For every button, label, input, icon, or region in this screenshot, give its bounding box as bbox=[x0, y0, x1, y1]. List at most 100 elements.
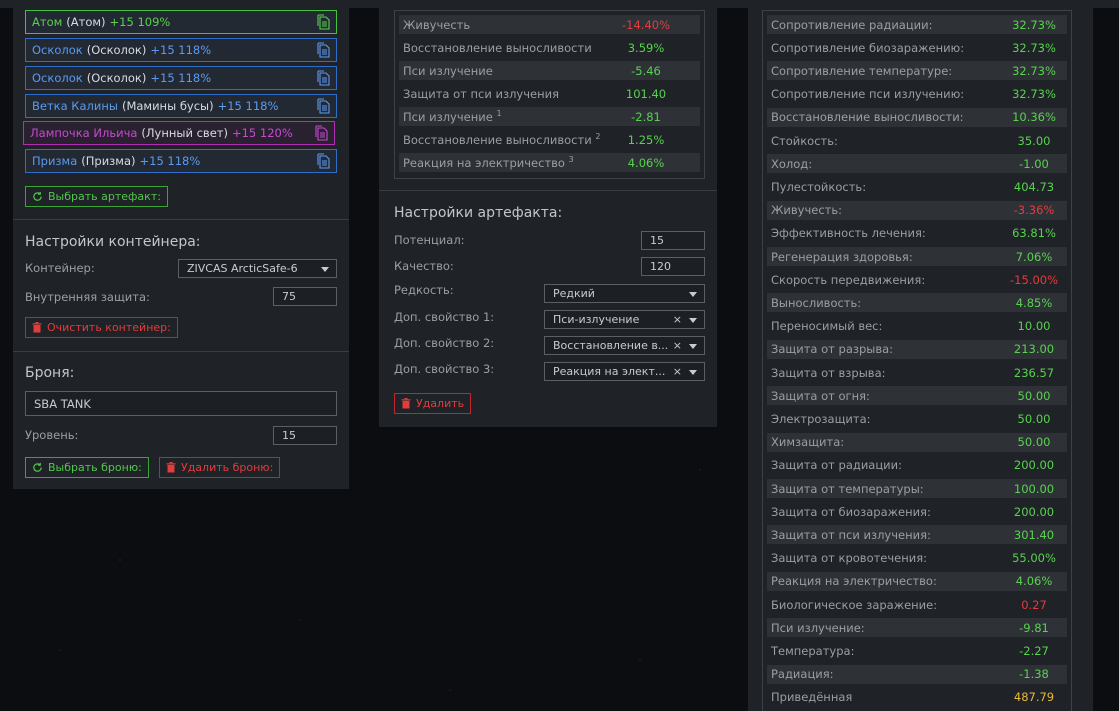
copy-icon[interactable] bbox=[316, 70, 330, 86]
total-row: Биологическое заражение: 0.27 bbox=[767, 595, 1067, 614]
total-row: Сопротивление радиации: 32.73% bbox=[767, 15, 1067, 34]
total-row: Приведённая 487.79 bbox=[767, 688, 1067, 707]
artifact-subname: (Осколок) bbox=[86, 71, 147, 85]
quality-input[interactable]: 120 bbox=[641, 257, 705, 276]
total-label: Защита от радиации: bbox=[771, 458, 902, 473]
artifact-slot[interactable]: Осколок (Осколок) +15 118% bbox=[25, 66, 337, 90]
delete-armor-button[interactable]: Удалить броню: bbox=[159, 457, 281, 478]
artifact-subname: (Призма) bbox=[81, 154, 136, 168]
artifact-settings-title: Настройки артефакта: bbox=[394, 205, 563, 221]
total-row: Защита от разрыва: 213.00 bbox=[767, 339, 1067, 359]
total-value: 55.00% bbox=[1012, 551, 1056, 566]
artifact-level: +15 118% bbox=[150, 43, 212, 57]
total-row: Защита от радиации: 200.00 bbox=[767, 456, 1067, 475]
potential-input[interactable]: 15 bbox=[641, 231, 705, 250]
total-row: Холод: -1.00 bbox=[767, 154, 1067, 174]
stat-label: Живучесть bbox=[403, 17, 471, 32]
copy-icon[interactable] bbox=[316, 42, 330, 58]
artifact-name: Осколок bbox=[32, 71, 83, 85]
delete-artifact-button[interactable]: Удалить bbox=[394, 393, 472, 414]
stat-label: Восстановление выносливости 2 bbox=[403, 132, 601, 147]
artifact-slot[interactable]: Ветка Калины (Мамины бусы) +15 118% bbox=[25, 94, 337, 118]
select-armor-button[interactable]: Выбрать броню: bbox=[25, 457, 149, 478]
total-row: Переносимый вес: 10.00 bbox=[767, 317, 1067, 336]
rarity-select[interactable]: Редкий bbox=[544, 284, 705, 303]
copy-icon[interactable] bbox=[316, 14, 330, 30]
total-row: Стойкость: 35.00 bbox=[767, 131, 1067, 150]
total-row: Живучесть: -3.36% bbox=[767, 200, 1067, 220]
armor-name-input[interactable]: SBA TANK bbox=[25, 391, 337, 416]
stat-label: Пси излучение bbox=[403, 63, 493, 78]
artifact-slot[interactable]: Осколок (Осколок) +15 118% bbox=[25, 38, 337, 62]
total-row: Защита от биозаражения: 200.00 bbox=[767, 502, 1067, 521]
total-label: Защита от пси излучения: bbox=[771, 527, 931, 542]
copy-icon[interactable] bbox=[316, 98, 330, 114]
clear-icon[interactable]: × bbox=[673, 365, 682, 378]
clear-icon[interactable]: × bbox=[673, 339, 682, 352]
total-label: Пулестойкость: bbox=[771, 179, 867, 194]
select-artifact-button[interactable]: Выбрать артефакт: bbox=[25, 186, 168, 207]
stat-row: Пси излучение -5.46 bbox=[399, 61, 700, 80]
extra-property-3-label: Доп. свойство 3: bbox=[394, 362, 495, 376]
extra-property-3-select[interactable]: Реакция на элект... × bbox=[544, 362, 705, 381]
artifact-panel: Живучесть -14.40% Восстановление выносливо… bbox=[379, 0, 717, 427]
total-label: Сопротивление температуре: bbox=[771, 63, 953, 78]
total-row: Реакция на электричество: 4.06% bbox=[767, 571, 1067, 591]
artifact-slot[interactable]: Призма (Призма) +15 118% bbox=[25, 149, 337, 173]
inner-protection-input[interactable]: 75 bbox=[273, 287, 337, 306]
clear-container-button[interactable]: Очистить контейнер: bbox=[25, 317, 178, 338]
stat-label: Защита от пси излучения bbox=[403, 86, 560, 101]
container-settings-title: Настройки контейнера: bbox=[25, 234, 201, 250]
extra-property-2-select[interactable]: Восстановление в... × bbox=[544, 336, 705, 355]
copy-icon[interactable] bbox=[316, 153, 330, 169]
artifact-level: +15 118% bbox=[139, 154, 201, 168]
chevron-down-icon bbox=[689, 344, 697, 349]
divider bbox=[13, 351, 349, 352]
copy-icon[interactable] bbox=[314, 125, 328, 141]
total-label: Защита от температуры: bbox=[771, 481, 924, 496]
total-value: 236.57 bbox=[1013, 365, 1055, 380]
total-value: 10.36% bbox=[1012, 110, 1056, 125]
clear-icon[interactable]: × bbox=[673, 313, 682, 326]
total-row: Защита от взрыва: 236.57 bbox=[767, 363, 1067, 382]
stat-value: -5.46 bbox=[631, 63, 661, 78]
potential-label: Потенциал: bbox=[394, 233, 465, 247]
total-row: Защита от пси излучения: 301.40 bbox=[767, 525, 1067, 545]
stat-row: Пси излучение 1 -2.81 bbox=[399, 107, 700, 126]
total-value: 200.00 bbox=[1013, 504, 1055, 519]
artifact-subname: (Атом) bbox=[66, 15, 106, 29]
extra-property-1-select[interactable]: Пси-излучение × bbox=[544, 310, 705, 329]
total-label: Химзащита: bbox=[771, 435, 845, 450]
total-value: 32.73% bbox=[1012, 17, 1056, 32]
total-label: Защита от биозаражения: bbox=[771, 504, 931, 519]
stat-value: -14.40% bbox=[622, 17, 670, 32]
chevron-down-icon bbox=[321, 267, 329, 272]
armor-level-input[interactable]: 15 bbox=[273, 426, 337, 445]
stat-value: -2.81 bbox=[631, 109, 661, 124]
total-value: 404.73 bbox=[1013, 179, 1055, 194]
divider bbox=[13, 219, 349, 220]
container-label: Контейнер: bbox=[25, 261, 95, 275]
rarity-label: Редкость: bbox=[394, 283, 454, 297]
total-value: 213.00 bbox=[1013, 342, 1055, 357]
total-value: 32.73% bbox=[1012, 63, 1056, 78]
total-label: Пси излучение: bbox=[771, 620, 865, 635]
chevron-down-icon bbox=[689, 318, 697, 323]
totals-table: Сопротивление радиации: 32.73% Сопротивлен… bbox=[762, 10, 1072, 711]
total-label: Биологическое заражение: bbox=[771, 597, 938, 612]
stat-value: 4.06% bbox=[627, 155, 665, 170]
total-value: 301.40 bbox=[1013, 527, 1055, 542]
total-row: Восстановление выносливости: 10.36% bbox=[767, 107, 1067, 127]
stat-label: Реакция на электричество 3 bbox=[403, 155, 574, 170]
artifact-subname: (Лунный свет) bbox=[141, 126, 228, 140]
artifact-slot[interactable]: Лампочка Ильича (Лунный свет) +15 120% bbox=[23, 121, 335, 145]
build-panel: Атом (Атом) +15 109% Осколок (Осколок) +15 11… bbox=[13, 0, 349, 489]
total-value: 0.27 bbox=[1021, 597, 1047, 612]
artifact-slot[interactable]: Атом (Атом) +15 109% bbox=[25, 10, 337, 34]
quality-label: Качество: bbox=[394, 259, 454, 273]
total-value: 7.06% bbox=[1015, 249, 1053, 264]
total-value: 4.06% bbox=[1015, 574, 1053, 589]
container-select[interactable]: ZIVCAS ArcticSafe-6 bbox=[178, 259, 337, 278]
total-label: Защита от кровотечения: bbox=[771, 551, 928, 566]
refresh-icon bbox=[33, 462, 42, 472]
